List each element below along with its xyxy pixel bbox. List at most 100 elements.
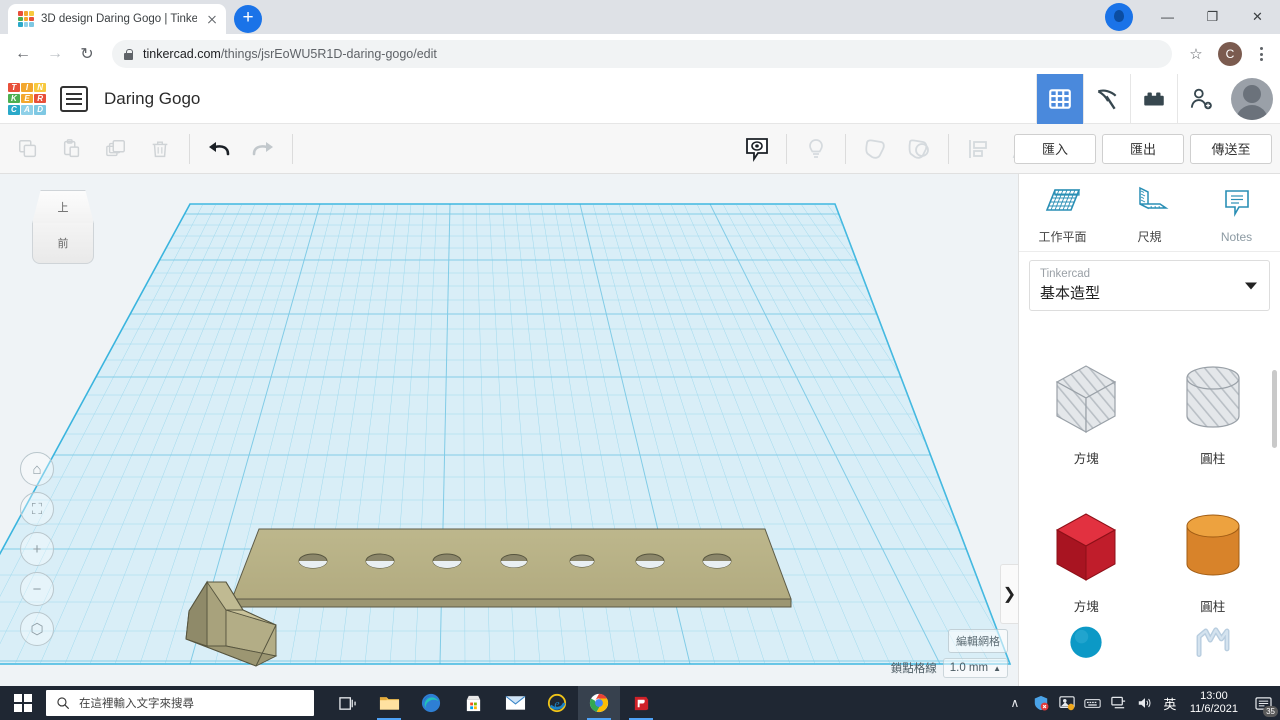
snap-grid-select[interactable]: 1.0 mm ▲ <box>942 658 1008 678</box>
edit-toolbar: 匯入 匯出 傳送至 <box>0 124 1280 174</box>
chrome-menu-icon[interactable] <box>1250 47 1272 61</box>
tray-chevron-icon[interactable]: ∧ <box>1002 686 1028 720</box>
shape-item-hollow-cylinder[interactable]: 圓柱 <box>1150 325 1277 467</box>
notes-tool[interactable]: Notes <box>1199 186 1275 244</box>
microsoft-store-icon[interactable] <box>452 686 494 720</box>
security-icon[interactable] <box>1028 686 1054 720</box>
ungroup-icon[interactable] <box>897 132 941 166</box>
home-view-icon[interactable]: ⌂ <box>20 452 54 486</box>
library-category: 基本造型 <box>1040 285 1101 302</box>
address-bar[interactable]: tinkercad.com/things/jsrEoWU5R1D-daring-… <box>112 40 1172 68</box>
taskbar-apps: e <box>326 686 662 720</box>
shape-item-orange-cylinder[interactable]: 圓柱 <box>1150 473 1277 615</box>
maximize-button[interactable]: ❐ <box>1190 0 1235 34</box>
reload-button[interactable]: ↻ <box>72 39 102 69</box>
browser-tab[interactable]: 3D design Daring Gogo | Tinke <box>8 4 226 34</box>
browser-profile-icon[interactable] <box>1105 3 1133 31</box>
toolbar-divider <box>845 133 846 164</box>
scribble-icon <box>1196 627 1230 657</box>
chrome-browser-window: 3D design Daring Gogo | Tinke + — ❐ ✕ ← … <box>0 0 1280 686</box>
close-icon[interactable] <box>204 11 220 27</box>
project-title[interactable]: Daring Gogo <box>104 89 200 109</box>
microsoft-edge-icon[interactable] <box>410 686 452 720</box>
task-view-icon[interactable] <box>326 686 368 720</box>
snap-grid-control: 鎖點格線 1.0 mm ▲ <box>891 658 1008 678</box>
workplane-tool-label: 工作平面 <box>1038 230 1087 244</box>
user-avatar[interactable] <box>1224 74 1280 124</box>
blue-sphere-icon <box>1070 626 1102 658</box>
network-icon[interactable] <box>1106 686 1132 720</box>
google-chrome-icon[interactable] <box>578 686 620 720</box>
powerdirector-icon[interactable] <box>620 686 662 720</box>
windows-start-button[interactable] <box>0 686 46 720</box>
shape-item-blue-sphere[interactable] <box>1023 621 1150 669</box>
close-window-button[interactable]: ✕ <box>1235 0 1280 34</box>
notes-icon <box>1224 189 1249 217</box>
paste-icon[interactable] <box>50 132 94 166</box>
view-cube-front[interactable]: 前 <box>32 223 94 264</box>
workplane-tool[interactable]: 工作平面 <box>1025 184 1101 245</box>
snap-grid-label: 鎖點格線 <box>890 663 937 675</box>
undo-icon[interactable] <box>197 132 241 166</box>
import-button[interactable]: 匯入 <box>1014 133 1096 164</box>
minimize-button[interactable]: — <box>1145 0 1190 34</box>
workplane-render <box>0 174 1018 686</box>
perforated-plate-object <box>231 528 792 608</box>
file-explorer-icon[interactable] <box>368 686 410 720</box>
logo-cell: I <box>21 82 33 93</box>
grid-icon[interactable] <box>1036 74 1083 124</box>
lego-brick-icon[interactable] <box>1130 74 1177 124</box>
copy-icon[interactable] <box>6 132 50 166</box>
taskbar-clock[interactable]: 13:00 11/6/2021 <box>1182 690 1246 716</box>
zoom-out-icon[interactable]: − <box>20 572 54 606</box>
group-icon[interactable] <box>853 132 897 166</box>
tinkercad-app: T I N K E R C A D Daring Gogo 匯入 匯出 傳送至 … <box>0 74 1280 686</box>
search-icon <box>57 697 70 710</box>
ortho-perspective-icon[interactable]: ⬡ <box>20 612 54 646</box>
project-list-icon[interactable] <box>60 85 88 112</box>
shape-library-select[interactable]: Tinkercad 基本造型 <box>1029 260 1270 311</box>
toolbar-divider <box>292 133 293 164</box>
ime-indicator[interactable]: 英 <box>1158 686 1182 720</box>
red-box-icon <box>1056 513 1117 581</box>
mail-icon[interactable] <box>494 686 536 720</box>
send-to-button[interactable]: 傳送至 <box>1190 133 1272 164</box>
internet-explorer-icon[interactable]: e <box>536 686 578 720</box>
grid-controls: 編輯網格 鎖點格線 1.0 mm ▲ <box>891 629 1008 678</box>
keyboard-icon[interactable] <box>1080 686 1106 720</box>
back-button[interactable]: ← <box>8 39 38 69</box>
volume-icon[interactable] <box>1132 686 1158 720</box>
lightbulb-icon[interactable] <box>794 132 838 166</box>
view-cube-top[interactable]: 上 <box>32 190 94 224</box>
delete-icon[interactable] <box>138 132 182 166</box>
forward-button[interactable]: → <box>40 39 70 69</box>
bookmark-star-icon[interactable]: ☆ <box>1182 40 1210 68</box>
export-button[interactable]: 匯出 <box>1102 133 1184 164</box>
shape-item-scribble[interactable] <box>1150 621 1277 669</box>
account-avatar[interactable]: C <box>1218 42 1242 66</box>
3d-canvas[interactable]: 上 前 ⌂ ⛶ + − ⬡ ❯ 編輯網格 鎖點格線 1.0 mm ▲ <box>0 174 1018 686</box>
ruler-tool[interactable]: 尺規 <box>1112 184 1188 245</box>
zoom-in-icon[interactable]: + <box>20 532 54 566</box>
panel-scrollbar[interactable] <box>1272 370 1277 448</box>
align-icon[interactable] <box>956 132 1000 166</box>
tinkercad-logo[interactable]: T I N K E R C A D <box>8 82 46 115</box>
redo-icon[interactable] <box>241 132 285 166</box>
new-tab-button[interactable]: + <box>234 5 262 33</box>
notification-center-button[interactable]: 35 <box>1246 686 1280 720</box>
shape-item-hollow-box[interactable]: 方塊 <box>1023 325 1150 467</box>
taskbar-search-input[interactable]: 在這裡輸入文字來搜尋 <box>46 690 314 716</box>
display-settings-icon[interactable] <box>1054 686 1080 720</box>
toolbar-divider <box>189 133 190 164</box>
chevron-down-icon <box>1245 282 1257 289</box>
collapse-panel-icon[interactable]: ❯ <box>1000 564 1018 624</box>
note-icon[interactable] <box>735 132 779 166</box>
shape-item-red-box[interactable]: 方塊 <box>1023 473 1150 615</box>
view-cube[interactable]: 上 前 <box>32 190 94 264</box>
add-person-icon[interactable] <box>1177 74 1224 124</box>
edit-grid-button[interactable]: 編輯網格 <box>948 629 1008 653</box>
duplicate-icon[interactable] <box>94 132 138 166</box>
pickaxe-icon[interactable] <box>1083 74 1130 124</box>
fit-view-icon[interactable]: ⛶ <box>20 492 54 526</box>
edit-actions-group <box>6 132 182 166</box>
